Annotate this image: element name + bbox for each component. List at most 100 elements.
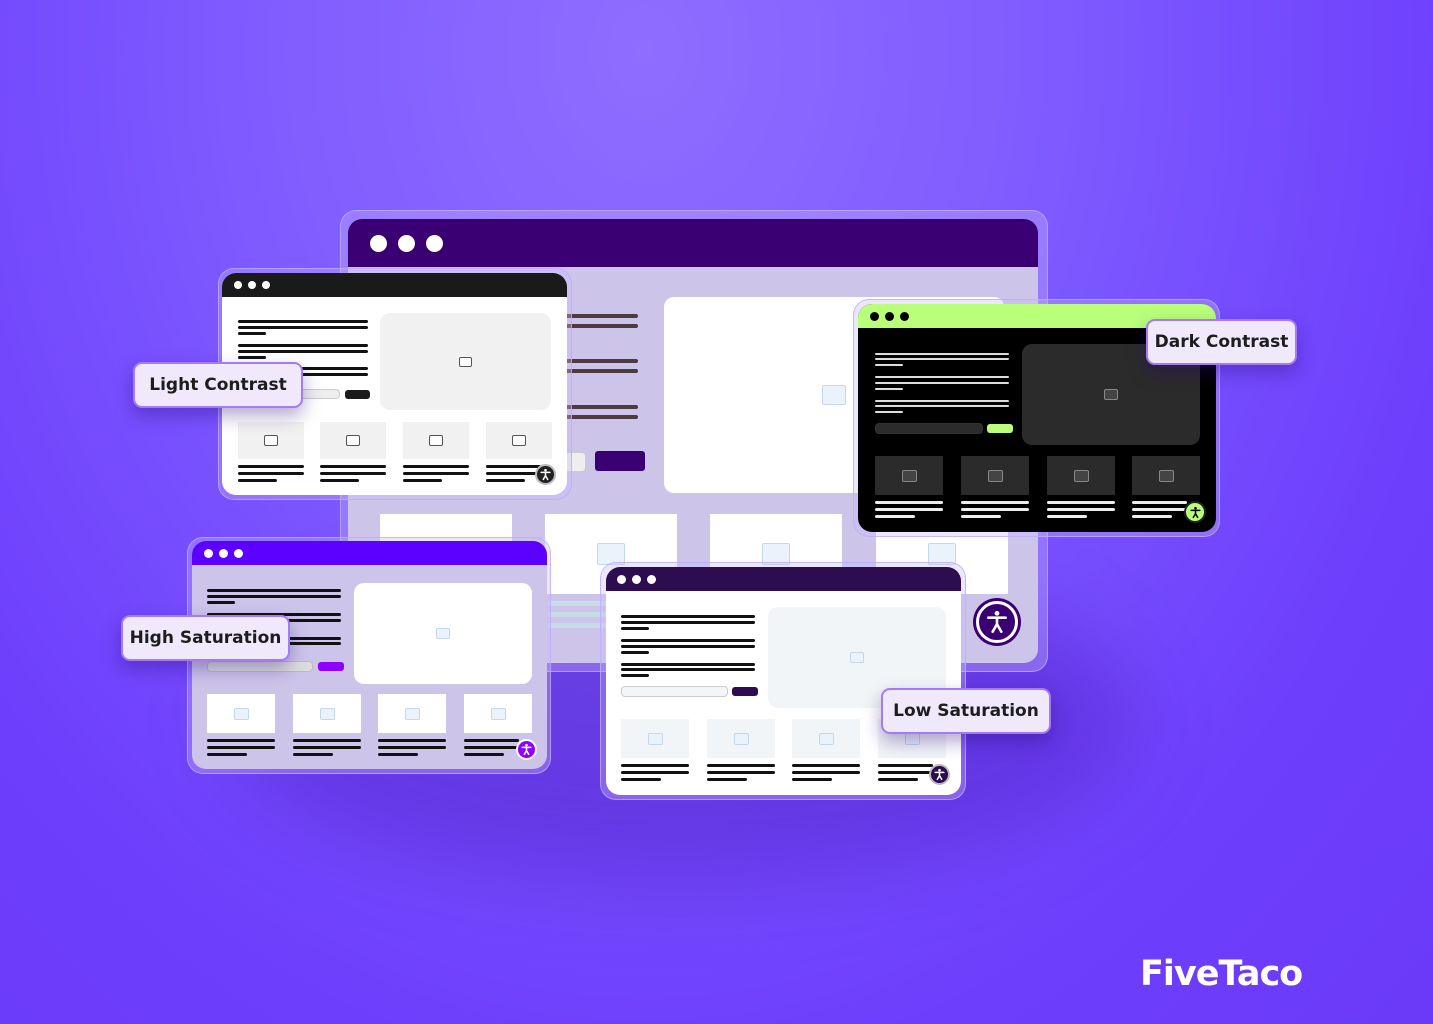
text-line	[566, 314, 638, 318]
text-line	[320, 472, 386, 475]
text-line	[1132, 508, 1187, 511]
image-icon	[436, 628, 450, 639]
window-dot[interactable]	[234, 281, 242, 289]
accessibility-icon	[987, 610, 1007, 634]
text-line	[403, 465, 469, 468]
text-line	[875, 501, 943, 504]
window-dot[interactable]	[262, 281, 270, 289]
text-line	[875, 364, 903, 366]
text-line	[875, 353, 1009, 355]
text-line	[792, 778, 832, 781]
text-line	[621, 627, 649, 630]
text-line	[1047, 508, 1115, 511]
text-line	[378, 739, 446, 742]
window-dot[interactable]	[219, 548, 228, 558]
text-line	[621, 764, 689, 767]
text-line	[566, 369, 638, 373]
card-image	[621, 719, 689, 758]
text-line	[621, 645, 755, 648]
submit-button[interactable]	[987, 424, 1013, 433]
text-line	[621, 778, 661, 781]
image-icon	[264, 435, 278, 446]
text-line	[464, 739, 519, 742]
window-dot[interactable]	[426, 234, 443, 252]
window-dot[interactable]	[632, 574, 641, 584]
high-sat-titlebar	[192, 541, 547, 565]
accessibility-button[interactable]	[535, 464, 556, 485]
text-line	[238, 326, 368, 329]
submit-button[interactable]	[318, 662, 344, 671]
text-line	[566, 359, 638, 363]
text-line	[1047, 515, 1087, 518]
text-line	[238, 344, 368, 347]
window-dot[interactable]	[370, 234, 387, 252]
image-icon	[1073, 469, 1089, 482]
card-image	[792, 719, 860, 758]
input-field[interactable]	[207, 661, 313, 672]
input-field[interactable]	[875, 423, 983, 434]
image-icon	[490, 707, 506, 720]
text-line	[621, 639, 755, 642]
image-icon	[233, 707, 249, 720]
submit-button[interactable]	[595, 451, 645, 471]
window-dot[interactable]	[647, 574, 656, 584]
accessibility-button[interactable]	[929, 764, 950, 785]
window-dot[interactable]	[234, 548, 243, 558]
window-dot[interactable]	[900, 311, 909, 321]
image-icon	[850, 652, 864, 663]
text-line	[207, 589, 341, 592]
accessibility-button[interactable]	[1184, 501, 1206, 523]
label-high-saturation: High Saturation	[121, 615, 290, 661]
accessibility-icon	[540, 468, 551, 481]
label-light-contrast: Light Contrast	[133, 362, 303, 408]
image-icon	[1158, 469, 1174, 482]
accessibility-icon	[521, 743, 532, 756]
text-line	[875, 388, 903, 390]
low-sat-titlebar	[606, 567, 961, 591]
text-line	[238, 350, 368, 353]
submit-button[interactable]	[732, 687, 758, 696]
window-dot[interactable]	[248, 281, 256, 289]
card-image	[293, 694, 361, 733]
window-dot[interactable]	[204, 548, 213, 558]
window-dot[interactable]	[870, 311, 879, 321]
label-low-saturation: Low Saturation	[881, 688, 1051, 734]
text-line	[961, 515, 1001, 518]
text-line	[621, 615, 755, 618]
submit-button[interactable]	[345, 390, 370, 399]
card-image	[320, 422, 386, 459]
text-line	[464, 746, 519, 749]
hero-image	[354, 583, 532, 684]
window-dot[interactable]	[885, 311, 894, 321]
label-dark-contrast: Dark Contrast	[1146, 319, 1297, 365]
text-line	[878, 764, 933, 767]
accessibility-button[interactable]	[516, 739, 537, 760]
text-line	[878, 778, 918, 781]
card-image	[707, 719, 775, 758]
image-icon	[733, 732, 749, 745]
text-line	[207, 595, 341, 598]
text-line	[403, 479, 442, 482]
card-image	[464, 694, 532, 733]
image-icon	[818, 732, 834, 745]
text-line	[1047, 501, 1115, 504]
text-line	[293, 746, 361, 749]
text-line	[621, 668, 755, 671]
text-line	[707, 778, 747, 781]
card-image	[403, 422, 469, 459]
card-image	[1132, 456, 1200, 495]
text-line	[1132, 501, 1187, 504]
input-field[interactable]	[621, 686, 728, 697]
image-icon	[319, 707, 335, 720]
text-line	[486, 465, 541, 468]
window-dot[interactable]	[617, 574, 626, 584]
text-line	[566, 415, 638, 419]
text-line	[875, 515, 915, 518]
main-titlebar	[348, 219, 1038, 267]
accessibility-button[interactable]	[976, 601, 1018, 643]
image-icon	[404, 707, 420, 720]
text-line	[207, 746, 275, 749]
image-icon	[459, 356, 472, 367]
text-line	[566, 405, 638, 409]
window-dot[interactable]	[398, 234, 415, 252]
